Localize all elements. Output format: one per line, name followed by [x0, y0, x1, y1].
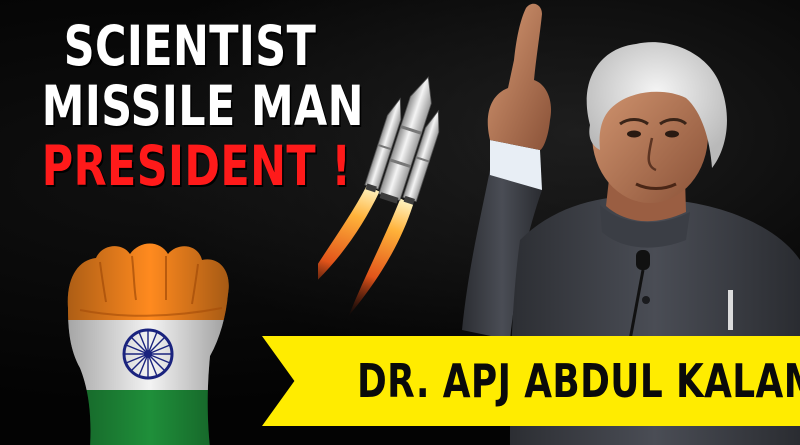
headline-line-president: PRESIDENT !: [41, 134, 352, 198]
headline-line-scientist: SCIENTIST: [63, 14, 317, 78]
name-banner-label: DR. APJ ABDUL KALAM: [357, 354, 800, 408]
headline: SCIENTIST MISSILE MAN PRESIDENT !: [41, 14, 364, 198]
raised-fist-icon: [67, 243, 229, 445]
ashoka-chakra-icon: [122, 328, 174, 380]
thumbnail-canvas: SCIENTIST MISSILE MAN PRESIDENT ! DR. AP…: [0, 0, 800, 445]
fist-flag-illustration: [60, 238, 240, 445]
headline-line-missile-man: MISSILE MAN: [41, 74, 364, 138]
flame-left: [296, 185, 380, 300]
rocket-icon: [296, 76, 440, 317]
rocket-illustration: [296, 70, 468, 330]
